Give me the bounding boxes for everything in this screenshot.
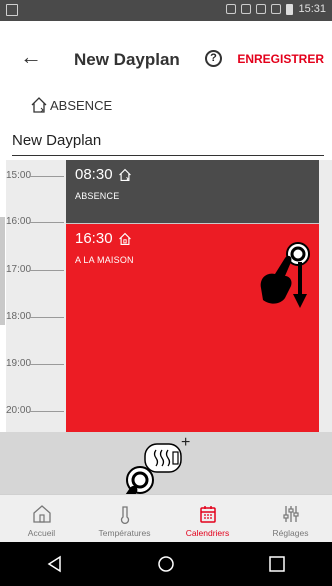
- hour-label: 18:00: [6, 311, 32, 322]
- recents-square-icon[interactable]: [262, 549, 292, 579]
- calendar-icon: [199, 506, 216, 523]
- add-segment-bar: +: [0, 432, 332, 494]
- hour-label: 19:00: [6, 358, 32, 369]
- house-away-icon: [118, 168, 131, 181]
- house-home-icon: [118, 232, 131, 245]
- hour-line: [30, 317, 64, 318]
- mode-selector[interactable]: ABSENCE: [30, 96, 112, 114]
- hour-label: 15:00: [6, 170, 32, 181]
- scroll-indicator[interactable]: [0, 217, 5, 325]
- hour-line: [30, 411, 64, 412]
- hour-line: [30, 176, 64, 177]
- nav-label: Accueil: [27, 528, 56, 538]
- nav-label: Températures: [98, 528, 151, 538]
- hour-label: 20:00: [6, 405, 32, 416]
- signal-icon: [271, 4, 282, 14]
- add-plus[interactable]: +: [181, 434, 190, 452]
- app-bar: ← New Dayplan ? ENREGISTRER: [0, 21, 332, 97]
- nav-item-accueil[interactable]: Accueil: [0, 495, 83, 542]
- no-sim-icon: [256, 4, 267, 14]
- hour-label: 16:00: [6, 216, 32, 227]
- segment-label: A LA MAISON: [75, 255, 134, 265]
- hour-line: [30, 222, 64, 223]
- page-title: New Dayplan: [74, 50, 180, 69]
- status-time: 15:31: [298, 3, 326, 15]
- vibrate-icon: [241, 4, 252, 14]
- battery-icon: [286, 3, 294, 15]
- save-button[interactable]: ENREGISTRER: [237, 52, 324, 66]
- bottom-nav: Accueil Températures Calendriers Réglage…: [0, 494, 332, 542]
- nav-item-calendriers[interactable]: Calendriers: [166, 495, 249, 542]
- nav-item-reglages[interactable]: Réglages: [249, 495, 332, 542]
- system-nav-bar: [0, 542, 332, 586]
- nav-item-temperatures[interactable]: Températures: [83, 495, 166, 542]
- heater-icon[interactable]: [143, 440, 183, 476]
- image-icon: [6, 4, 18, 16]
- nav-label: Calendriers: [185, 528, 230, 538]
- help-icon[interactable]: ?: [205, 50, 222, 67]
- segment-absence[interactable]: 08:30 ABSENCE: [66, 160, 319, 224]
- sliders-icon: [282, 506, 299, 522]
- hour-label: 17:00: [6, 264, 32, 275]
- segment-time: 08:30: [75, 166, 113, 183]
- back-arrow-icon[interactable]: ←: [20, 46, 42, 68]
- segment-time: 16:30: [75, 230, 113, 247]
- status-bar: 15:31: [0, 0, 332, 21]
- nav-label: Réglages: [272, 528, 309, 538]
- dayplan-name-field[interactable]: New Dayplan: [12, 130, 324, 156]
- hour-line: [30, 270, 64, 271]
- thermometer-icon: [120, 506, 129, 524]
- day-timeline[interactable]: 15:00 16:00 17:00 18:00 19:00 20:00 08:3…: [6, 160, 332, 432]
- hour-line: [30, 364, 64, 365]
- home-icon: [32, 505, 51, 523]
- house-away-icon: [31, 97, 47, 113]
- home-circle-icon[interactable]: [151, 549, 181, 579]
- sync-icon: [226, 4, 237, 14]
- mode-label: ABSENCE: [50, 97, 113, 113]
- back-triangle-icon[interactable]: [40, 549, 70, 579]
- status-icons: 15:31: [226, 3, 326, 15]
- segment-label: ABSENCE: [75, 191, 120, 201]
- segment-home[interactable]: 16:30 A LA MAISON: [66, 224, 319, 432]
